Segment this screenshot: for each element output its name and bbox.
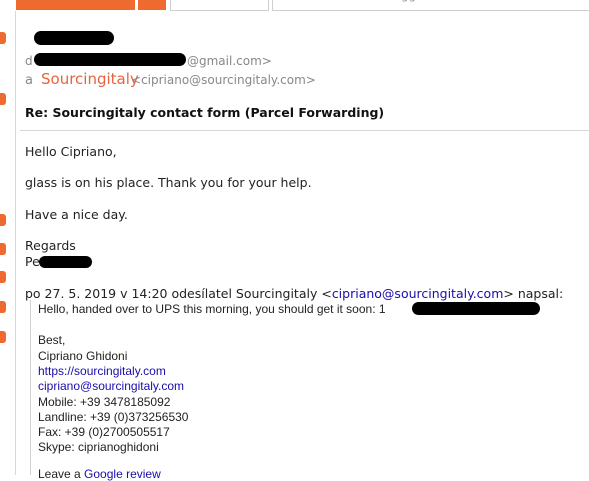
rail-badge[interactable] (0, 301, 6, 313)
quote-fax: Fax: +39 (0)2700505517 (38, 425, 170, 439)
quote-name: Cipriano Ghidoni (38, 349, 128, 363)
body-line-2: Have a nice day. (25, 207, 128, 222)
quote-landline: Landline: +39 (0)373256530 (38, 410, 189, 424)
rail-badge[interactable] (0, 243, 6, 255)
pane-divider (15, 11, 16, 475)
sender-name[interactable]: Sourcingitaly (41, 70, 139, 88)
quote-skype: Skype: ciprianoghidoni (38, 440, 159, 454)
redacted-signature (39, 256, 92, 268)
header-divider (20, 130, 589, 131)
from-prefix: d (25, 54, 33, 68)
left-rail (0, 0, 9, 475)
redacted-sender-name (34, 31, 114, 45)
from-line: d (25, 54, 33, 68)
quote-best: Best, (38, 333, 66, 347)
signature: Pe (25, 254, 40, 269)
quote-mobile: Mobile: +39 3478185092 (38, 395, 171, 409)
to-label: a (25, 73, 33, 88)
quote-email-link[interactable]: cipriano@sourcingitaly.com (38, 379, 184, 393)
quote-review-prefix: Leave a (38, 467, 81, 481)
tab-folder[interactable] (170, 0, 269, 11)
redacted-tracking (412, 302, 540, 315)
quote-header-suffix: > napsal: (503, 286, 564, 301)
quote-header-link[interactable]: cipriano@sourcingitaly.com (332, 286, 504, 301)
tab-search-partial-text: gg (401, 0, 416, 2)
quote-line-1: Hello, handed over to UPS this morning, … (38, 302, 386, 316)
rail-badge[interactable] (0, 331, 6, 343)
tab-orange-2[interactable] (138, 0, 166, 10)
regards: Regards (25, 238, 76, 253)
tab-search[interactable]: gg (272, 0, 589, 11)
rail-badge[interactable] (0, 93, 6, 105)
sender-email: <cipriano@sourcingitaly.com> (131, 73, 316, 87)
quote-header-prefix: po 27. 5. 2019 v 14:20 odesílatel Sourci… (25, 286, 332, 301)
body-line-1: glass is on his place. Thank you for you… (25, 175, 312, 190)
greeting: Hello Cipriano, (25, 144, 117, 159)
quote-bar (30, 300, 31, 475)
google-review-link[interactable]: Google review (84, 467, 161, 481)
rail-badge[interactable] (0, 32, 6, 44)
top-tab-strip: gg (0, 0, 589, 11)
email-subject: Re: Sourcingitaly contact form (Parcel F… (25, 105, 385, 120)
from-email-suffix: @gmail.com> (187, 54, 272, 68)
rail-badge[interactable] (0, 271, 6, 283)
tab-active-orange[interactable] (16, 0, 135, 10)
quote-review: Leave a Google review (38, 467, 161, 481)
quote-website-link[interactable]: https://sourcingitaly.com (38, 364, 166, 378)
redacted-from-email (34, 53, 186, 66)
rail-badge[interactable] (0, 214, 6, 226)
quote-header: po 27. 5. 2019 v 14:20 odesílatel Sourci… (25, 286, 563, 301)
